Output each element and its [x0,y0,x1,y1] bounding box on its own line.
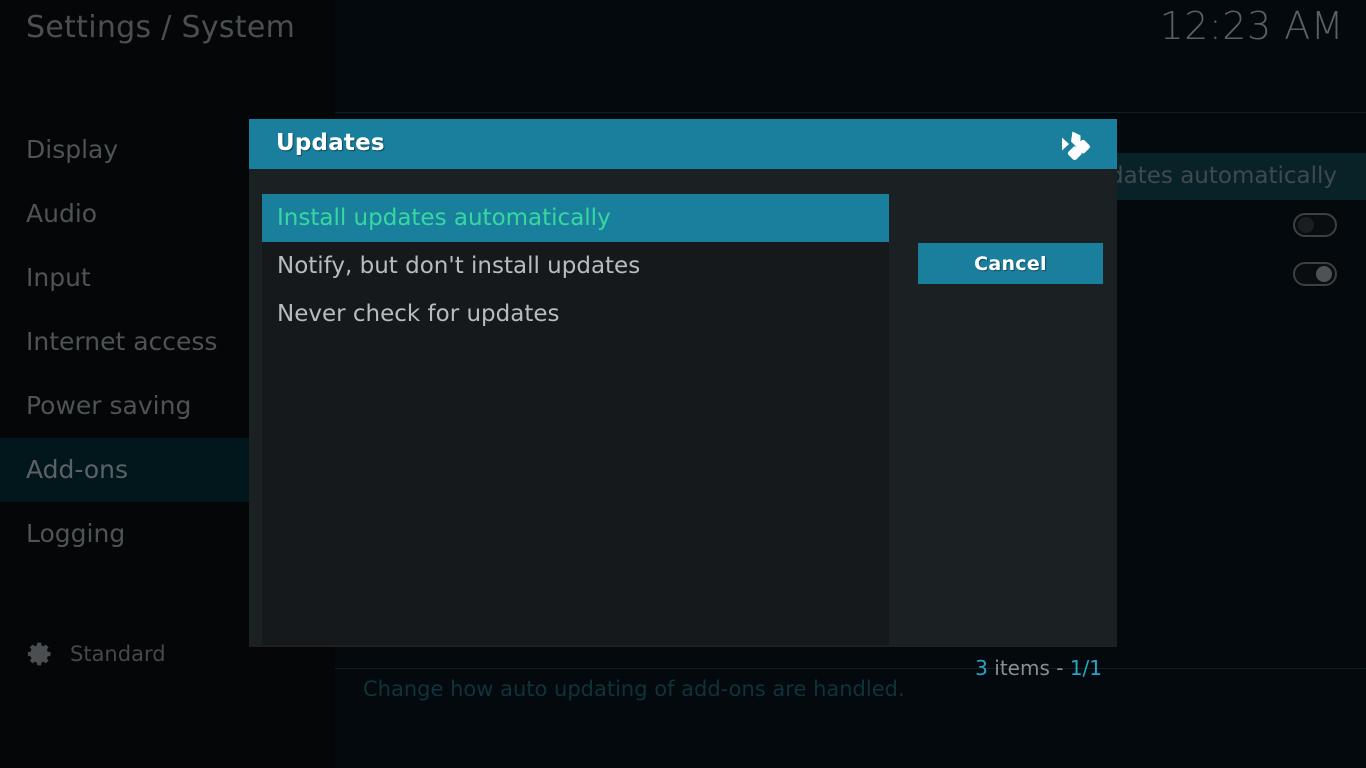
sidebar-item-audio[interactable]: Audio [0,182,250,246]
sidebar-menu: Display Audio Input Internet access Powe… [0,118,250,566]
item-count-separator: - [1056,656,1064,680]
options-list: Install updates automatically Notify, bu… [262,194,889,645]
option-never-check-for-updates[interactable]: Never check for updates [262,290,889,338]
option-install-updates-automatically[interactable]: Install updates automatically [262,194,889,242]
item-count-number: 3 [975,656,988,680]
setting-row-label: updates automatically [1079,163,1337,189]
item-count-word: items [994,656,1050,680]
help-description: Change how auto updating of add-ons are … [363,677,905,701]
settings-level-button[interactable]: Standard [26,640,166,668]
dialog-header: Updates [249,119,1117,169]
dialog-body: Install updates automatically Notify, bu… [249,169,1117,680]
sidebar-item-logging[interactable]: Logging [0,502,250,566]
clock: 12:23 AM [1159,4,1344,48]
setting-toggle-2[interactable] [1293,262,1337,286]
sidebar-item-display[interactable]: Display [0,118,250,182]
page-title: Settings / System [26,10,296,45]
item-count-page: 1/1 [1069,656,1102,680]
option-notify-but-dont-install-updates[interactable]: Notify, but don't install updates [262,242,889,290]
sidebar-item-internet-access[interactable]: Internet access [0,310,250,374]
toggle-knob [1298,217,1314,233]
item-count: 3 items - 1/1 [975,656,1102,680]
updates-dialog: Updates Install updates automatically No… [249,119,1117,680]
sidebar-item-input[interactable]: Input [0,246,250,310]
toggle-knob [1316,266,1332,282]
cancel-button[interactable]: Cancel [918,243,1103,284]
sidebar-item-add-ons[interactable]: Add-ons [0,438,250,502]
dialog-title: Updates [276,130,385,156]
gear-icon [26,640,54,668]
sidebar-item-power-saving[interactable]: Power saving [0,374,250,438]
kodi-settings-screen: Settings / System 12:23 AM updates autom… [0,0,1366,768]
content-separator [335,112,1366,113]
help-separator [335,668,1366,669]
setting-toggle-1[interactable] [1293,213,1337,237]
settings-level-label: Standard [70,642,166,666]
